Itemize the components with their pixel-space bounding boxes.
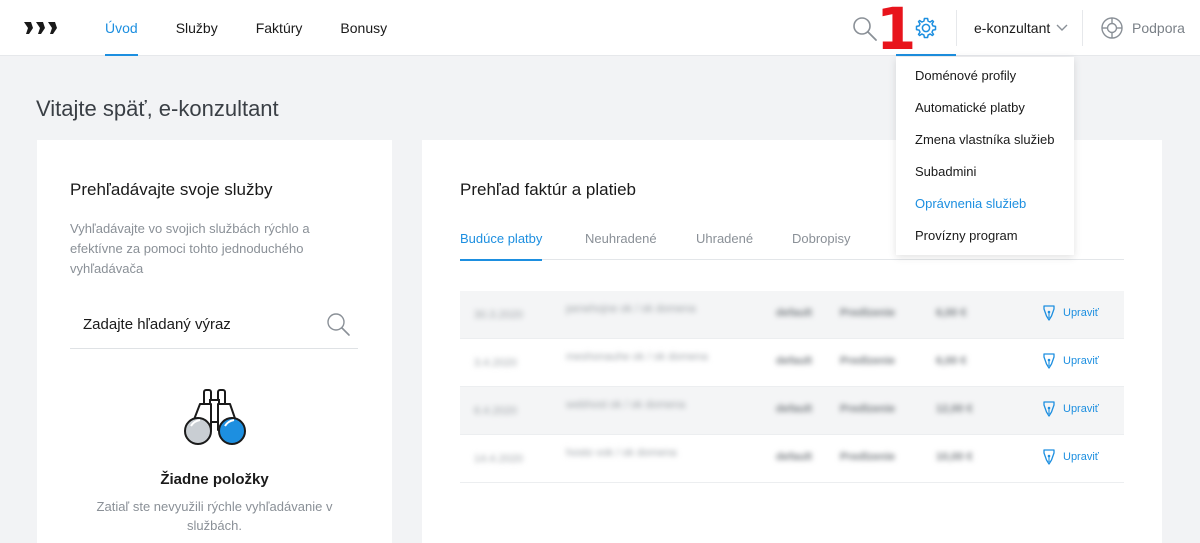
edit-label: Upraviť: [1063, 403, 1099, 415]
binoculars-icon: [184, 389, 246, 445]
row-type: default: [776, 355, 813, 367]
table-row: 14.4.2020 hosto vok / ok domena default …: [460, 435, 1124, 483]
menu-item-domenove-profily[interactable]: Doménové profily: [896, 60, 1074, 92]
nav-tab-faktury[interactable]: Faktúry: [237, 0, 322, 56]
row-type: default: [776, 307, 813, 319]
payments-table: 30.3.2020 penehojne ok / ok domena defau…: [460, 291, 1124, 483]
row-date: 3.4.2020: [474, 357, 517, 369]
tab-neuhradene[interactable]: Neuhradené: [585, 231, 657, 260]
card-title: Prehľadávajte svoje služby: [70, 180, 273, 199]
pen-nib-icon: [1043, 401, 1055, 417]
row-amount: 12,00 €: [936, 403, 973, 415]
edit-button[interactable]: Upraviť: [1042, 305, 1099, 321]
nav-tab-bonusy[interactable]: Bonusy: [321, 0, 406, 56]
tab-buduce-platby[interactable]: Budúce platby: [460, 231, 543, 261]
menu-item-subadmini[interactable]: Subadmini: [896, 156, 1074, 188]
divider: [1082, 10, 1083, 46]
row-date: 30.3.2020: [474, 309, 523, 321]
edit-button[interactable]: Upraviť: [1042, 449, 1099, 465]
top-navigation-bar: Úvod Služby Faktúry Bonusy e-konzultant: [0, 0, 1200, 56]
nav-tab-uvod[interactable]: Úvod: [86, 0, 157, 56]
account-name: e-konzultant: [974, 20, 1051, 36]
row-description: penehojne ok / ok domena: [566, 303, 696, 315]
row-date: 14.4.2020: [474, 453, 523, 465]
row-description: meshonauhe ok / ok domena: [566, 351, 708, 363]
row-action: Predlzenie: [840, 307, 896, 319]
search-icon[interactable]: [326, 312, 352, 338]
row-action: Predlzenie: [840, 451, 896, 463]
brand-logo[interactable]: [22, 18, 62, 38]
empty-state-description: Zatiaľ ste nevyužili rýchle vyhľadávanie…: [96, 499, 333, 533]
card-title: Prehľad faktúr a platieb: [460, 180, 637, 199]
chevron-down-icon: [1056, 24, 1068, 31]
empty-state-title: Žiadne položky: [160, 471, 269, 488]
services-search-field: [70, 300, 358, 349]
row-amount: 6,00 €: [936, 355, 967, 367]
edit-button[interactable]: Upraviť: [1042, 353, 1099, 369]
table-row: 30.3.2020 penehojne ok / ok domena defau…: [460, 291, 1124, 339]
menu-item-zmena-vlastnika[interactable]: Zmena vlastníka služieb: [896, 124, 1074, 156]
account-menu-button[interactable]: e-konzultant: [974, 0, 1068, 56]
services-search-card: Prehľadávajte svoje služby Vyhľadávajte …: [37, 140, 392, 543]
menu-item-provizny-program[interactable]: Provízny program: [896, 220, 1074, 252]
row-description: webhost ok / ok domena: [566, 399, 686, 411]
gear-icon: [915, 17, 937, 39]
services-search-input[interactable]: [83, 312, 323, 336]
search-icon: [853, 17, 877, 41]
support-link[interactable]: Podpora: [1100, 0, 1185, 56]
row-action: Predlzenie: [840, 355, 896, 367]
tab-uhradene[interactable]: Uhradené: [696, 231, 753, 260]
table-row: 3.4.2020 meshonauhe ok / ok domena defau…: [460, 339, 1124, 387]
lifebuoy-icon: [1101, 17, 1123, 39]
step-marker-1: 1: [876, 0, 917, 63]
edit-label: Upraviť: [1063, 307, 1099, 319]
row-type: default: [776, 403, 813, 415]
row-type: default: [776, 451, 813, 463]
tab-dobropisy[interactable]: Dobropisy: [792, 231, 851, 260]
row-amount: 6,00 €: [936, 307, 967, 319]
row-description: hosto vok / ok domena: [566, 447, 677, 459]
pen-nib-icon: [1043, 449, 1055, 465]
settings-dropdown-menu: Doménové profily Automatické platby Zmen…: [896, 57, 1074, 255]
table-row: 6.4.2020 webhost ok / ok domena default …: [460, 387, 1124, 435]
pen-nib-icon: [1043, 353, 1055, 369]
edit-label: Upraviť: [1063, 355, 1099, 367]
row-date: 6.4.2020: [474, 405, 517, 417]
edit-label: Upraviť: [1063, 451, 1099, 463]
pen-nib-icon: [1043, 305, 1055, 321]
menu-item-opravnenia-sluzieb[interactable]: Oprávnenia služieb: [896, 188, 1074, 220]
page-title: Vitajte späť, e-konzultant: [36, 96, 279, 121]
row-action: Predlzenie: [840, 403, 896, 415]
edit-button[interactable]: Upraviť: [1042, 401, 1099, 417]
nav-tab-sluzby[interactable]: Služby: [157, 0, 237, 56]
main-nav-tabs: Úvod Služby Faktúry Bonusy: [86, 0, 406, 56]
card-description: Vyhľadávajte vo svojich službách rýchlo …: [70, 221, 310, 276]
divider: [956, 10, 957, 46]
menu-item-automaticke-platby[interactable]: Automatické platby: [896, 92, 1074, 124]
row-amount: 10,00 €: [936, 451, 973, 463]
support-label: Podpora: [1132, 20, 1185, 36]
global-search-button[interactable]: [852, 16, 878, 42]
